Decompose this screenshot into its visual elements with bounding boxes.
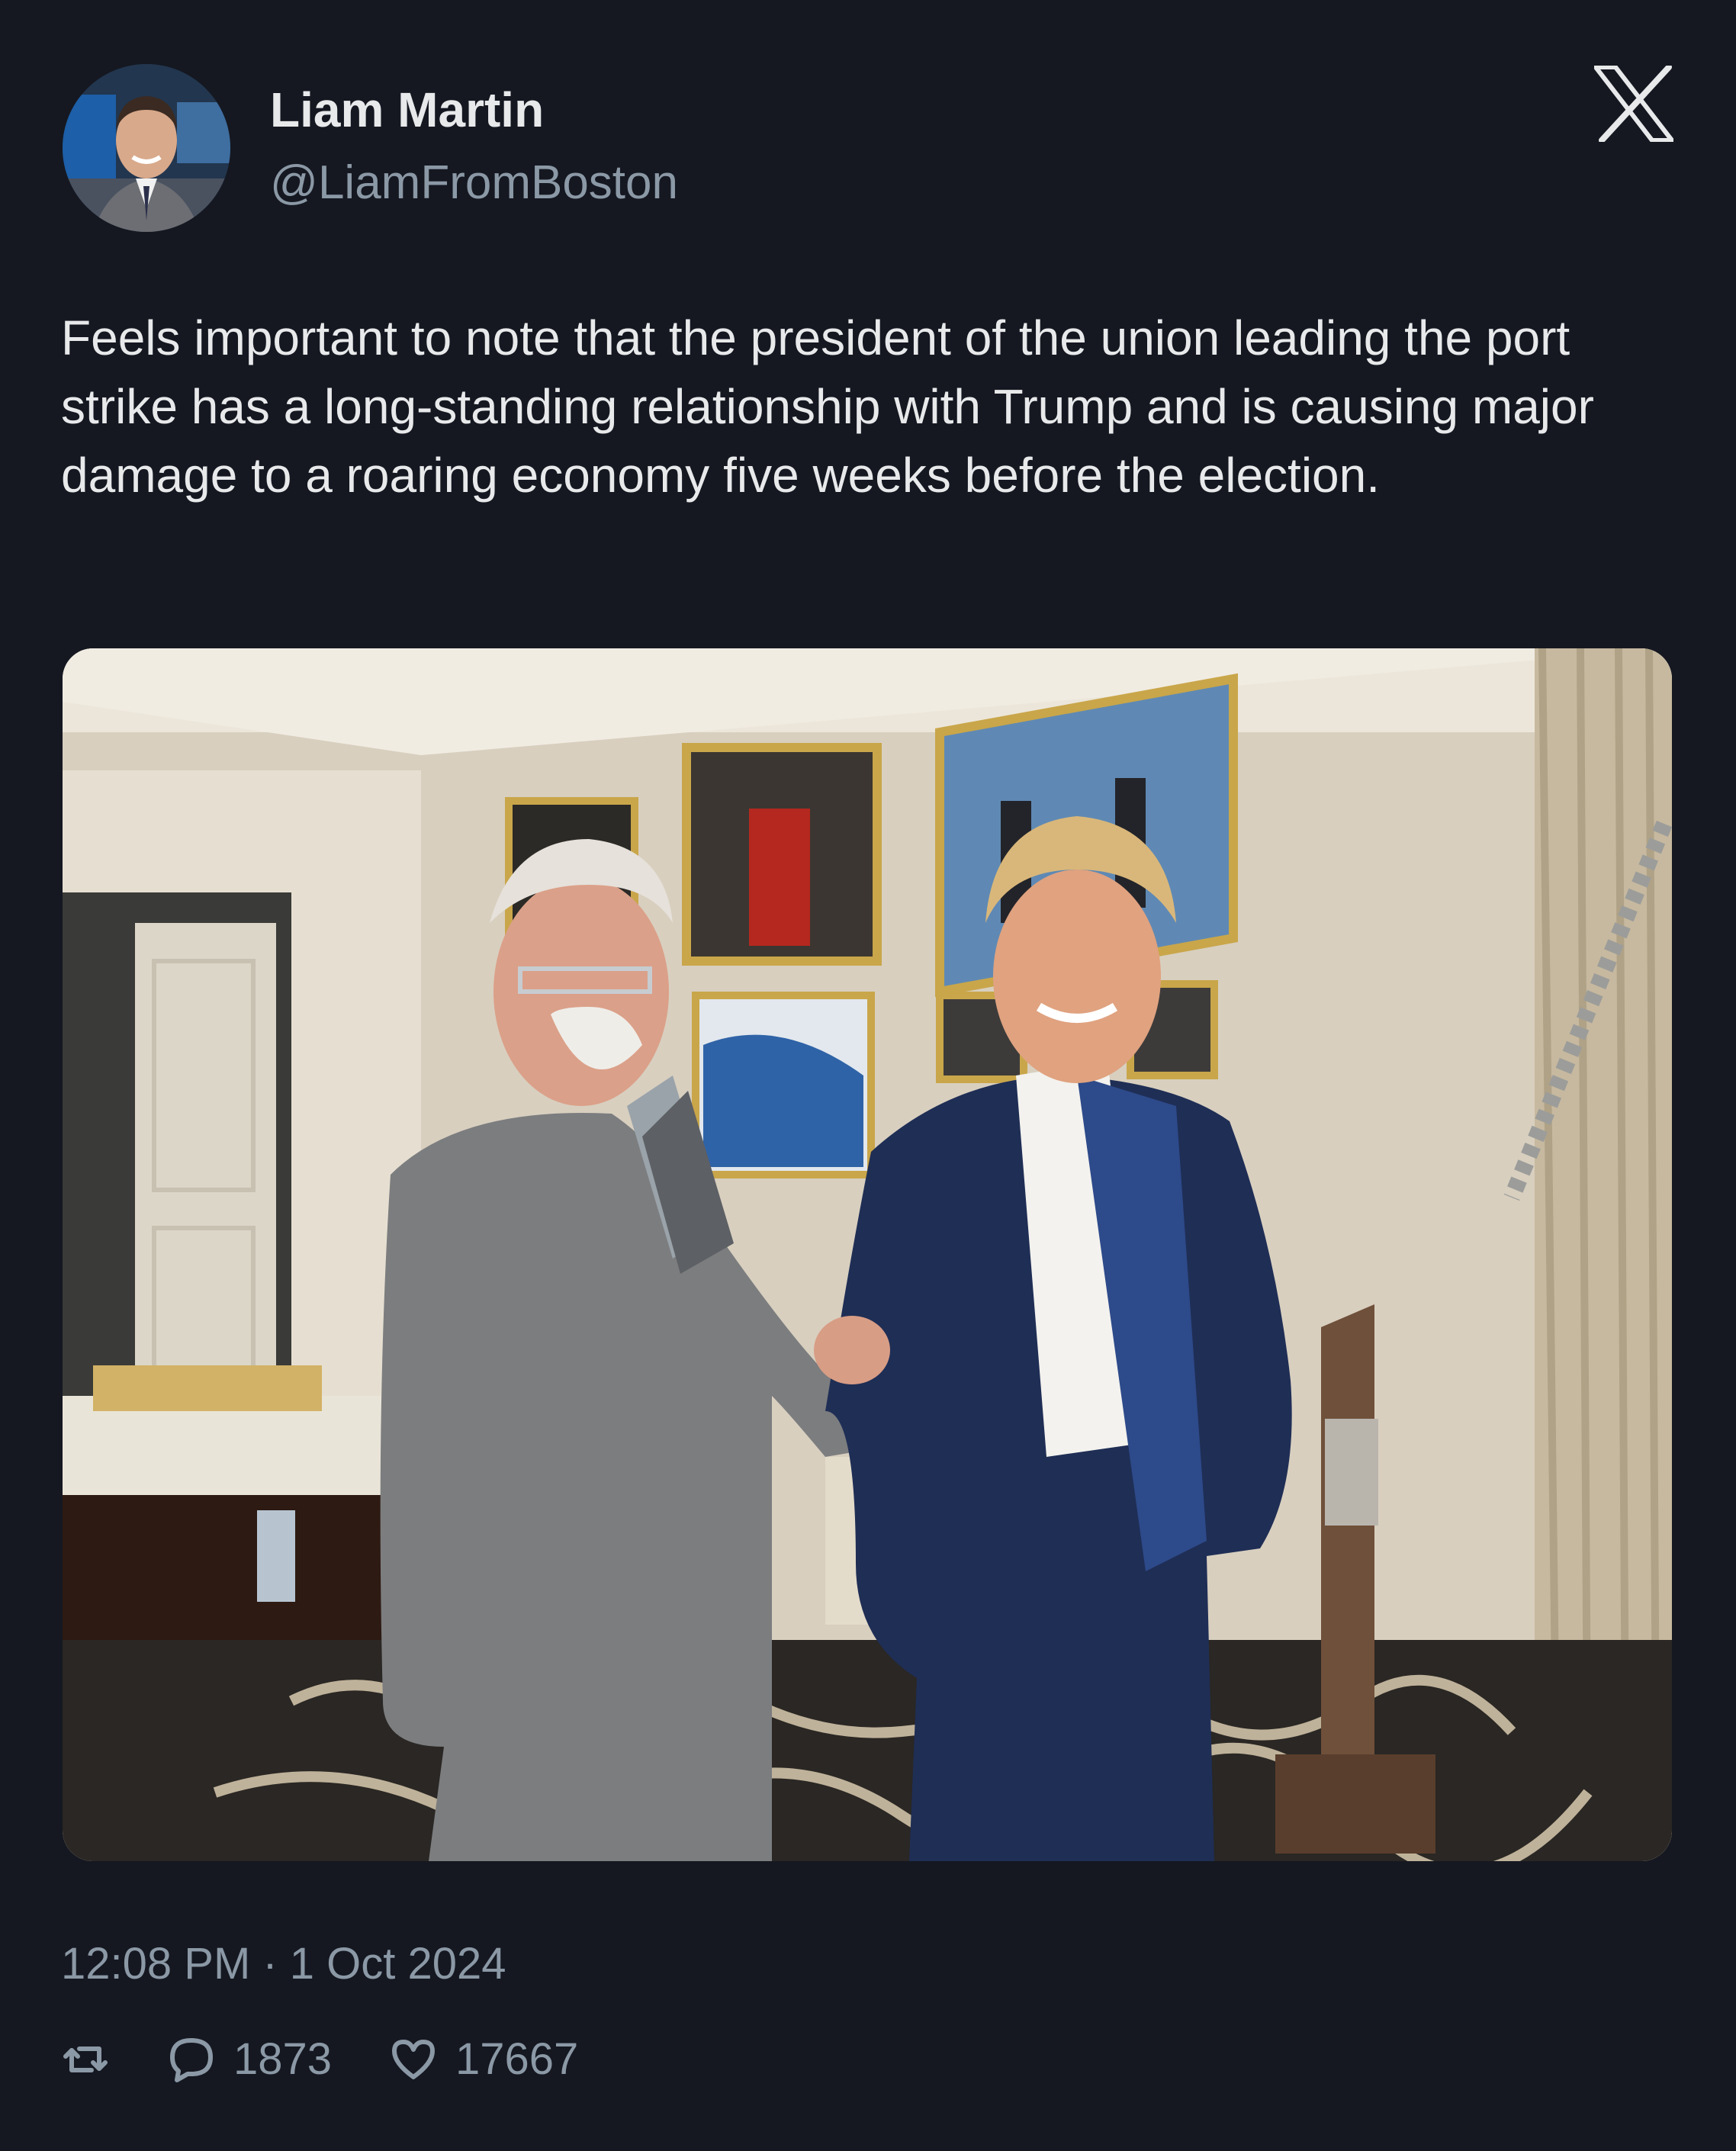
like-count: 17667 [455,2034,579,2084]
avatar-photo [63,64,230,232]
author-handle[interactable]: @LiamFromBoston [270,151,678,215]
attached-photo [63,648,1672,1861]
tweet-media[interactable] [63,648,1672,1861]
reply-button[interactable]: 1873 [166,2029,332,2090]
author-avatar[interactable] [63,64,230,232]
like-button[interactable]: 17667 [388,2029,578,2090]
retweet-icon [63,2047,108,2072]
author-name[interactable]: Liam Martin [270,78,544,142]
tweet-actions: 1873 17667 [61,2023,635,2096]
reply-icon [170,2038,213,2082]
tweet-timestamp[interactable]: 12:08 PM · 1 Oct 2024 [61,1930,506,1998]
reply-count: 1873 [233,2034,333,2084]
heart-icon [392,2040,436,2079]
retweet-button[interactable] [61,2035,110,2084]
x-logo-icon[interactable] [1594,66,1673,142]
tweet-text: Feels important to note that the preside… [61,310,1594,503]
